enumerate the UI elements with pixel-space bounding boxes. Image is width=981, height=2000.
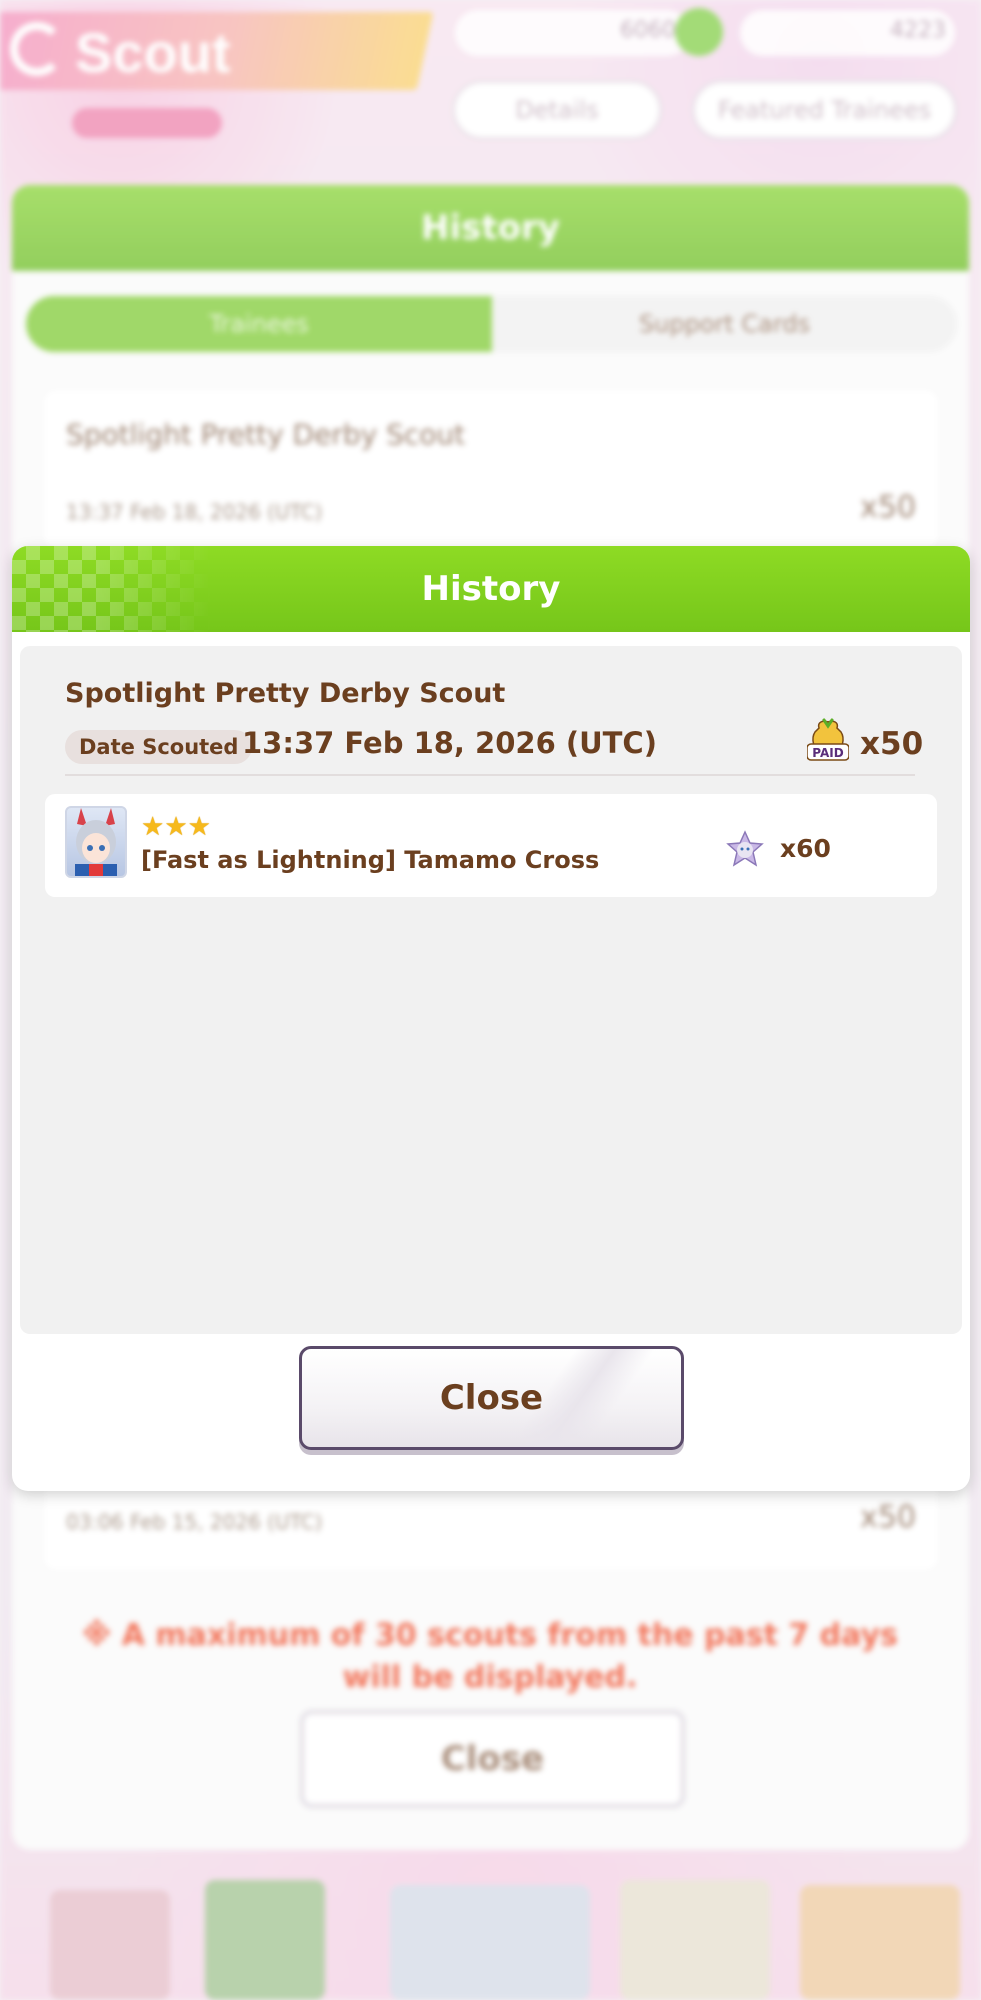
date-scouted-label: Date Scouted [65,730,253,764]
close-button[interactable]: Close [299,1346,684,1450]
star-icon: ★ [187,812,211,842]
character-avatar [65,806,127,878]
date-scouted-value: 13:37 Feb 18, 2026 (UTC) [242,726,657,760]
scout-cost: x50 [860,726,924,762]
dialog-title: History [421,569,561,609]
star-icon: ★ [164,812,188,842]
star-icon: ★ [141,812,165,842]
rarity-stars: ★★★ [141,814,211,840]
close-button-label: Close [439,1378,544,1418]
trainee-shard-icon [726,830,764,867]
dialog-header: History [12,546,970,632]
list-item: ★★★ [Fast as Lightning] Tamamo Cross x60 [45,794,937,897]
scout-name: Spotlight Pretty Derby Scout [65,678,506,709]
dialog-body: Spotlight Pretty Derby Scout Date Scoute… [20,646,962,1334]
paid-badge-text: PAID [812,746,843,760]
history-detail-dialog: History Spotlight Pretty Derby Scout Dat… [12,546,970,1491]
character-name: [Fast as Lightning] Tamamo Cross [141,846,600,874]
paid-carat-icon: PAID [807,718,849,761]
reward-count: x60 [780,834,831,863]
divider [65,774,915,776]
